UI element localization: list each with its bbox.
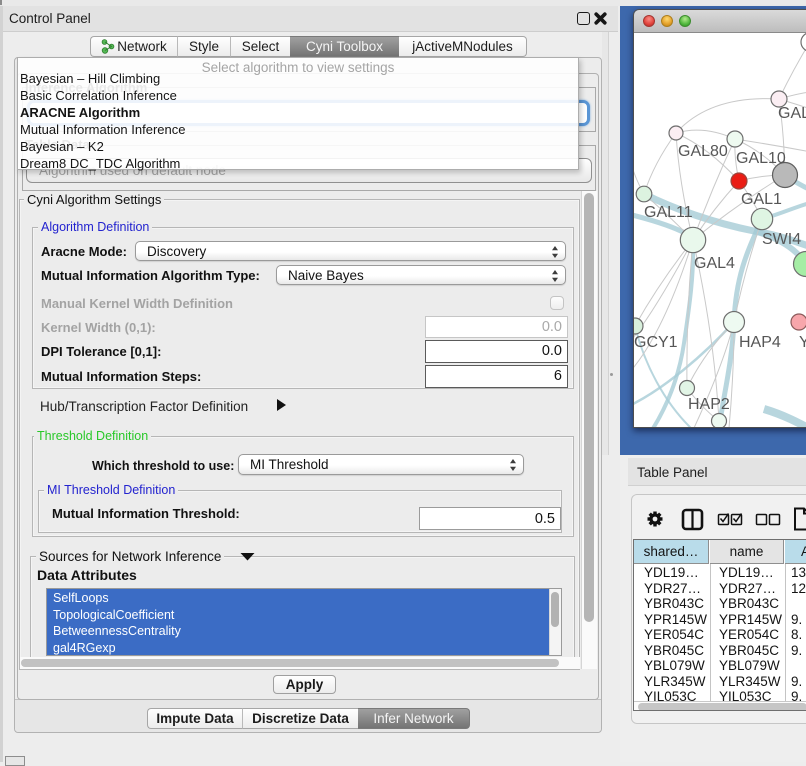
svg-text:GAL80: GAL80	[678, 143, 728, 160]
svg-text:SWI4: SWI4	[762, 231, 801, 248]
svg-text:GAL7: GAL7	[778, 105, 806, 122]
svg-text:HAP4: HAP4	[739, 334, 781, 351]
svg-text:HAP2: HAP2	[688, 396, 730, 413]
svg-text:GAL10: GAL10	[736, 150, 786, 167]
svg-text:GAL1: GAL1	[741, 191, 782, 208]
svg-text:GAL11: GAL11	[644, 204, 693, 221]
svg-text:GAL4: GAL4	[694, 255, 735, 272]
svg-text:GCY1: GCY1	[634, 334, 678, 351]
svg-text:Y: Y	[799, 334, 806, 351]
